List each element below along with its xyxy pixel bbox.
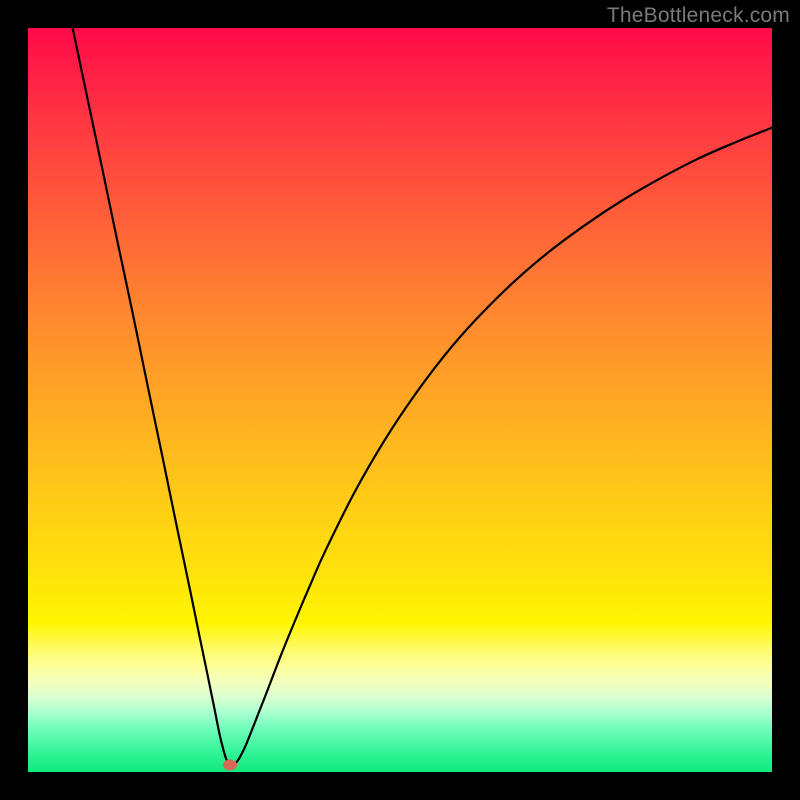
bottleneck-curve — [28, 28, 772, 772]
plot-area — [28, 28, 772, 772]
minimum-point-marker — [223, 760, 237, 771]
chart-frame: TheBottleneck.com — [0, 0, 800, 800]
watermark-text: TheBottleneck.com — [607, 4, 790, 28]
